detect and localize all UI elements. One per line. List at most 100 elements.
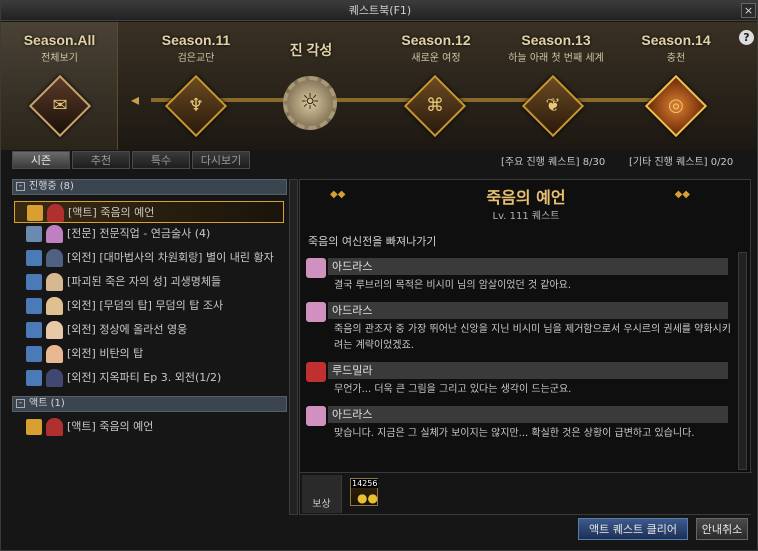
tab-replay[interactable]: 다시보기: [192, 151, 250, 169]
npc-portrait: [46, 273, 63, 291]
quest-label: [외전] [대마법사의 차원회랑] 별이 내린 황자: [67, 251, 274, 264]
npc-portrait: [47, 204, 64, 222]
speaker-name: 아드라스: [328, 406, 728, 423]
quest-type-icon: [26, 226, 42, 242]
quest-row[interactable]: [외전] 정상에 올라선 영웅: [14, 319, 284, 341]
reward-label: 보상: [302, 475, 342, 513]
gear-emblem-icon[interactable]: ☼: [283, 76, 337, 130]
scroll-icon: ✉: [52, 95, 68, 116]
cancel-guide-button[interactable]: 안내취소: [696, 518, 748, 540]
npc-portrait: [46, 321, 63, 339]
npc-portrait: [46, 369, 63, 387]
quest-label: [외전] [무덤의 탑] 무덤의 탑 조사: [67, 299, 224, 312]
dialog-text: 맞습니다. 지금은 그 실체가 보이지는 않지만... 확실한 것은 상황이 급…: [334, 428, 695, 439]
season-selector: Season.All 전체보기 ✉ ◂ Season.11 검은교단 ♆ 진 각…: [1, 22, 757, 150]
season-title: Season.12: [401, 32, 471, 48]
tab-special[interactable]: 특수: [132, 151, 190, 169]
quest-row[interactable]: [외전] [무덤의 탑] 무덤의 탑 조사: [14, 295, 284, 317]
quest-row[interactable]: [외전] [대마법사의 차원회랑] 별이 내린 황자: [14, 247, 284, 269]
npc-portrait: [46, 345, 63, 363]
reward-bar: 보상 14256 ●●: [300, 472, 752, 514]
quest-row[interactable]: [액트] 죽음의 예언: [14, 201, 284, 223]
season-title: Season.All: [23, 32, 96, 48]
npc-portrait: [46, 418, 63, 436]
season-all-tab[interactable]: Season.All 전체보기 ✉: [1, 22, 118, 150]
collapse-icon[interactable]: -: [16, 398, 25, 408]
quest-type-icon: [26, 322, 42, 338]
season-subtitle: 충천: [666, 53, 686, 64]
questbook-window: 퀘스트북(F1) × Season.All 전체보기 ✉ ◂ Season.11…: [0, 0, 758, 551]
season-subtitle: 검은교단: [177, 53, 215, 64]
window-titlebar[interactable]: 퀘스트북(F1) ×: [1, 1, 757, 21]
other-quest-counter: [기타 진행 퀘스트] 0/20: [629, 157, 734, 168]
quest-row[interactable]: [외전] 비탄의 탑: [14, 343, 284, 365]
reward-count: 14256: [351, 479, 379, 488]
dialog-text: 죽음의 관조자 중 가장 뛰어난 신앙을 지닌 비시미 님을 제거함으로서 우시…: [334, 324, 731, 351]
quest-row[interactable]: [파괴된 죽은 자의 성] 괴생명체들: [14, 271, 284, 293]
season-title: Season.14: [641, 32, 711, 48]
quest-label: [파괴된 죽은 자의 성] 괴생명체들: [67, 275, 222, 288]
quest-label: [외전] 정상에 올라선 영웅: [67, 323, 188, 336]
quest-description: 죽음의 여신전을 빠져나가기: [308, 235, 437, 248]
season-title: Season.13: [521, 32, 591, 48]
quest-label: [전문] 전문직업 - 연금술사 (4): [67, 227, 211, 240]
quest-type-icon: [26, 250, 42, 266]
speaker-portrait: [306, 362, 326, 382]
main-quest-counter: [주요 진행 퀘스트] 8/30: [501, 157, 606, 168]
dialog-scrollbar[interactable]: [738, 252, 747, 470]
quest-type-icon: [27, 205, 43, 221]
gold-coins-icon: ●●: [357, 491, 378, 505]
quest-label: [액트] 죽음의 예언: [67, 420, 154, 433]
quest-type-icon: [26, 274, 42, 290]
quest-row[interactable]: [액트] 죽음의 예언: [14, 416, 284, 438]
help-button[interactable]: ?: [739, 30, 754, 45]
quest-row[interactable]: [전문] 전문직업 - 연금술사 (4): [14, 223, 284, 245]
npc-portrait: [46, 225, 63, 243]
quest-type-icon: [26, 370, 42, 386]
trident-icon: ♆: [187, 95, 205, 116]
group-label: 진행중 (8): [29, 181, 74, 192]
branch-icon: ❦: [545, 95, 561, 116]
group-act[interactable]: - 액트 (1): [12, 396, 287, 412]
tab-recommended[interactable]: 추천: [72, 151, 130, 169]
speaker-name: 루드밀라: [328, 362, 728, 379]
season-subtitle: 전체보기: [41, 53, 78, 64]
speaker-portrait: [306, 302, 326, 322]
knot-icon: ⌘: [426, 95, 444, 116]
quest-title: 죽음의 예언: [486, 188, 566, 207]
speaker-name: 아드라스: [328, 258, 728, 275]
quest-level: Lv. 111 퀘스트: [492, 211, 560, 222]
quest-label: [외전] 지옥파티 Ep 3. 외전(1/2): [67, 371, 222, 384]
quest-type-icon: [26, 419, 42, 435]
dialog-text: 결국 루브리의 목적은 비시미 님의 암살이었던 것 같아요.: [334, 280, 572, 291]
quest-list: - 진행중 (8) [액트] 죽음의 예언 [전문] 전문직업 - 연금술사 (4…: [12, 177, 289, 512]
season-subtitle: 하늘 아래 첫 번째 세계: [508, 53, 604, 64]
close-button[interactable]: ×: [741, 3, 756, 18]
season-title: Season.11: [161, 32, 231, 48]
act-quest-clear-button[interactable]: 액트 퀘스트 클리어: [578, 518, 688, 540]
dialog-log: 아드라스 결국 루브리의 목적은 비시미 님의 암살이었던 것 같아요. 아드라…: [304, 252, 736, 474]
reward-gold-item[interactable]: 14256 ●●: [350, 478, 379, 506]
season-subtitle: 새로운 여정: [411, 53, 461, 64]
collapse-icon[interactable]: -: [16, 181, 25, 191]
group-label: 액트 (1): [29, 398, 65, 409]
quest-label: [액트] 죽음의 예언: [68, 206, 155, 219]
group-in-progress[interactable]: - 진행중 (8): [12, 179, 287, 195]
quest-row[interactable]: [외전] 지옥파티 Ep 3. 외전(1/2): [14, 367, 284, 389]
npc-portrait: [46, 297, 63, 315]
speaker-name: 아드라스: [328, 302, 728, 319]
speaker-portrait: [306, 258, 326, 278]
dialog-text: 무언가... 더욱 큰 그림을 그리고 있다는 생각이 드는군요.: [334, 384, 572, 395]
quest-label: [외전] 비탄의 탑: [67, 347, 144, 360]
quest-type-icon: [26, 346, 42, 362]
tab-season[interactable]: 시즌: [12, 151, 70, 169]
quest-detail-panel: ◆◆ ◆◆ 죽음의 예언 Lv. 111 퀘스트 죽음의 여신전을 빠져나가기 …: [299, 179, 752, 515]
window-title: 퀘스트북(F1): [348, 4, 412, 17]
quest-type-icon: [26, 298, 42, 314]
npc-portrait: [46, 249, 63, 267]
quest-list-scrollbar[interactable]: [289, 179, 298, 515]
speaker-portrait: [306, 406, 326, 426]
chevron-left-icon[interactable]: ◂: [131, 90, 139, 109]
seal-icon: ◎: [668, 95, 684, 116]
season-title: 진 각성: [289, 42, 333, 58]
